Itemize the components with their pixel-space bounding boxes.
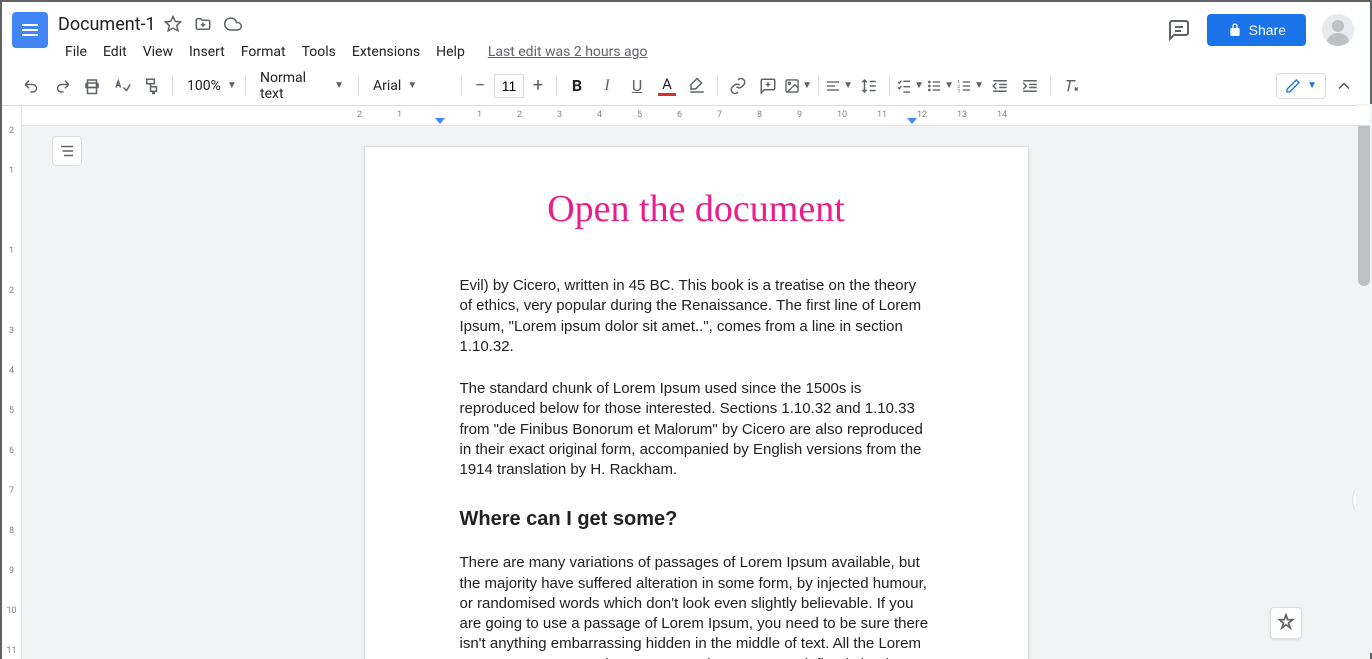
subheading[interactable]: Where can I get some? <box>460 508 933 531</box>
collapse-toolbar-button[interactable] <box>1334 76 1354 96</box>
italic-button[interactable]: I <box>593 72 621 100</box>
explore-button[interactable] <box>1270 607 1302 639</box>
menu-insert[interactable]: Insert <box>182 40 232 64</box>
underline-button[interactable]: U <box>623 72 651 100</box>
document-title[interactable]: Document-1 <box>58 14 156 35</box>
title-area: Document-1 File Edit View Insert Format … <box>58 10 1167 66</box>
decrease-indent-button[interactable] <box>986 72 1014 100</box>
print-button[interactable] <box>78 72 106 100</box>
last-edit-link[interactable]: Last edit was 2 hours ago <box>488 44 648 60</box>
menu-view[interactable]: View <box>136 40 180 64</box>
checklist-button[interactable]: ▼ <box>896 72 924 100</box>
toolbar: 100%▼ Normal text▼ Arial▼ − + B I U A ▼ … <box>2 66 1370 106</box>
spellcheck-button[interactable] <box>108 72 136 100</box>
text-color-button[interactable]: A <box>653 72 681 100</box>
numbered-list-button[interactable]: 123▼ <box>956 72 984 100</box>
lock-icon <box>1227 22 1243 38</box>
highlight-color-button[interactable] <box>683 72 711 100</box>
comments-icon[interactable] <box>1167 18 1191 42</box>
editing-mode-button[interactable]: ▼ <box>1276 73 1326 99</box>
redo-button[interactable] <box>48 72 76 100</box>
horizontal-ruler[interactable]: 2 1 1 2 3 4 5 6 7 8 9 10 11 12 13 14 <box>22 106 1370 126</box>
paragraph-3[interactable]: There are many variations of passages of… <box>460 553 933 659</box>
user-avatar[interactable] <box>1322 14 1354 46</box>
menu-help[interactable]: Help <box>429 40 472 64</box>
increase-indent-button[interactable] <box>1016 72 1044 100</box>
app-header: Document-1 File Edit View Insert Format … <box>2 2 1370 66</box>
zoom-select[interactable]: 100%▼ <box>179 76 239 96</box>
menu-edit[interactable]: Edit <box>96 40 134 64</box>
document-heading[interactable]: Open the document <box>460 187 933 231</box>
workspace: 2 1 1 2 3 4 5 6 7 8 9 10 11 2 1 1 2 3 4 <box>2 106 1370 659</box>
paint-format-button[interactable] <box>138 72 166 100</box>
paragraph-2[interactable]: The standard chunk of Lorem Ipsum used s… <box>460 379 933 480</box>
undo-button[interactable] <box>18 72 46 100</box>
share-label: Share <box>1249 22 1286 38</box>
outline-toggle-button[interactable] <box>52 136 82 166</box>
insert-link-button[interactable] <box>724 72 752 100</box>
insert-image-button[interactable]: ▼ <box>784 72 812 100</box>
bullet-list-button[interactable]: ▼ <box>926 72 954 100</box>
font-size-input[interactable] <box>494 74 524 98</box>
paragraph-style-select[interactable]: Normal text▼ <box>252 68 352 104</box>
scrollbar-track[interactable] <box>1356 104 1372 653</box>
menu-tools[interactable]: Tools <box>295 40 343 64</box>
vertical-ruler[interactable]: 2 1 1 2 3 4 5 6 7 8 9 10 11 <box>2 106 22 659</box>
menu-bar: File Edit View Insert Format Tools Exten… <box>58 38 1167 66</box>
docs-logo[interactable] <box>10 10 50 50</box>
scrollbar-thumb[interactable] <box>1358 106 1370 286</box>
increase-font-size-button[interactable]: + <box>526 74 550 98</box>
font-size-control: − + <box>468 74 550 98</box>
star-icon[interactable] <box>164 15 182 33</box>
clear-formatting-button[interactable] <box>1057 72 1085 100</box>
menu-extensions[interactable]: Extensions <box>345 40 427 64</box>
document-page[interactable]: Open the document Evil) by Cicero, writt… <box>364 146 1029 659</box>
paragraph-1[interactable]: Evil) by Cicero, written in 45 BC. This … <box>460 276 933 357</box>
indent-marker-left[interactable] <box>435 118 445 124</box>
font-select[interactable]: Arial▼ <box>365 76 455 96</box>
move-icon[interactable] <box>194 15 212 33</box>
menu-file[interactable]: File <box>58 40 94 64</box>
cloud-status-icon[interactable] <box>224 15 242 33</box>
decrease-font-size-button[interactable]: − <box>468 74 492 98</box>
docs-logo-icon <box>12 12 48 48</box>
indent-marker-right[interactable] <box>907 118 917 124</box>
line-spacing-button[interactable] <box>855 72 883 100</box>
menu-format[interactable]: Format <box>234 40 293 64</box>
pencil-icon <box>1285 78 1301 94</box>
document-area[interactable]: 2 1 1 2 3 4 5 6 7 8 9 10 11 12 13 14 <box>22 106 1370 659</box>
share-button[interactable]: Share <box>1207 14 1306 46</box>
bold-button[interactable]: B <box>563 72 591 100</box>
add-comment-button[interactable] <box>754 72 782 100</box>
svg-text:3: 3 <box>957 88 960 94</box>
align-button[interactable]: ▼ <box>825 72 853 100</box>
